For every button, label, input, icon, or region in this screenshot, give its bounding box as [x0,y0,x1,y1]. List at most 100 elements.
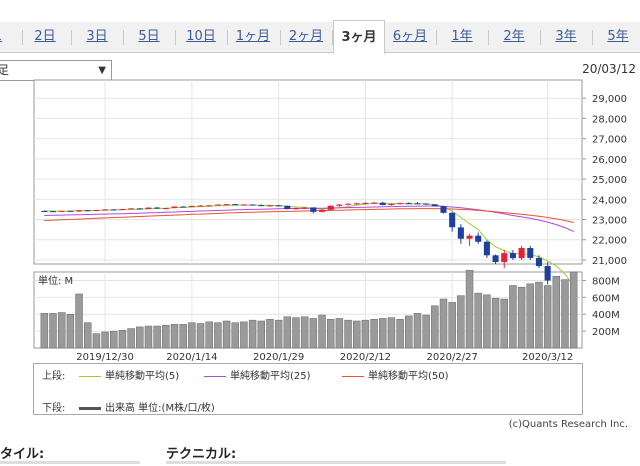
volume-bar [75,293,83,349]
price-tick-label: 24,000 [592,195,627,206]
volume-bar [92,333,101,349]
volume-bar [543,285,552,349]
candle-body [284,205,291,210]
volume-bar [474,292,482,349]
candle-body [483,241,490,256]
volume-tick-label: 200M [592,327,620,338]
candle-body [466,235,473,239]
legend-item-sma25-label: 単純移動平均(25) [230,371,311,382]
candle-body [154,207,161,209]
candle-body [318,209,326,212]
price-tick-label: 22,000 [592,236,627,247]
x-tick-label: 2020/2/27 [427,352,478,363]
volume-bar [49,313,57,349]
candle-body [379,202,386,205]
volume-tick-label: 400M [592,310,620,321]
volume-bar [57,312,66,349]
legend-item-sma50: 単純移動平均(50) [342,367,449,382]
candle-body [240,204,247,206]
legend-lower-label: 下段: [42,403,66,414]
volume-bar [353,320,361,349]
price-tick-label: 23,000 [592,216,627,227]
volume-bar [326,319,335,349]
volume-bar [387,317,396,349]
candle-body [327,205,334,210]
candle-body [84,210,91,212]
candle-body [310,207,317,212]
copyright: (c)Quants Research Inc. [508,419,628,430]
candle-body [371,202,378,204]
legend-item-sma5-label: 単純移動平均(5) [105,371,180,382]
candle-body [345,203,352,205]
volume-bar [509,285,517,349]
price-tick-label: 25,000 [592,175,627,186]
x-tick-label: 2020/2/12 [340,352,391,363]
x-tick-label: 2019/12/30 [76,352,134,363]
candle-body [397,203,404,205]
technical-label: テクニカル: [166,447,237,462]
candle-body [76,210,83,212]
legend-item-sma25: 単純移動平均(25) [204,367,311,382]
legend-item-volume: 出来高 単位:(M株/口/枚) [79,399,215,414]
volume-bar [335,318,344,349]
volume-bar [153,325,161,349]
candle-body [544,266,551,281]
candle-body [162,207,169,209]
volume-bar [136,326,144,349]
candle-body [423,203,430,205]
volume-bar [205,321,213,349]
volume-bar [517,286,526,349]
candle-body [414,203,421,205]
candle-body [353,203,360,205]
volume-bar [526,283,534,349]
volume-bar [552,275,561,349]
volume-bar [405,315,413,349]
volume-bar [535,281,543,349]
legend-item-sma5: 単純移動平均(5) [79,367,179,382]
volume-bar [422,314,430,349]
candle-body [275,205,282,207]
candle-body [119,209,126,211]
candle-body [440,206,447,213]
volume-bar [144,325,153,349]
candle-body [58,210,65,212]
volume-bar [231,322,239,349]
price-tick-label: 28,000 [592,114,627,125]
candle-body [258,205,265,207]
candle-body [188,205,195,207]
volume-bar [439,298,448,349]
volume-bar [266,319,274,349]
volume-bar [431,305,439,349]
volume-bar [561,279,569,349]
candle-body [145,207,152,210]
volume-bar [500,298,508,349]
legend: 上段: 単純移動平均(5) 単純移動平均(25) 単純移動平均(50) 下段: … [33,363,583,415]
volume-bar [40,313,49,349]
candle-body [362,202,369,204]
volume-bar [569,271,578,349]
candle-body [171,206,178,208]
volume-bar [344,319,352,349]
candle-body [431,204,438,207]
volume-bar [491,297,500,349]
candle-body [336,204,343,206]
candle-body [501,253,508,262]
volume-bar [361,319,370,349]
candle-body [110,209,117,211]
volume-bar [283,316,292,349]
volume-bar [66,313,75,349]
volume-bar [300,316,309,349]
volume-bar [196,323,205,349]
volume-bar [118,330,127,349]
price-tick-label: 27,000 [592,135,627,146]
candle-body [232,204,239,206]
technical-select-edge [166,461,506,464]
candle-body [41,211,48,213]
candle-body [292,208,300,210]
candle-body [136,208,143,210]
volume-bar [274,319,283,349]
candle-body [405,203,412,205]
candle-body [223,204,230,206]
volume-bar [379,318,387,349]
volume-bar [370,319,378,349]
